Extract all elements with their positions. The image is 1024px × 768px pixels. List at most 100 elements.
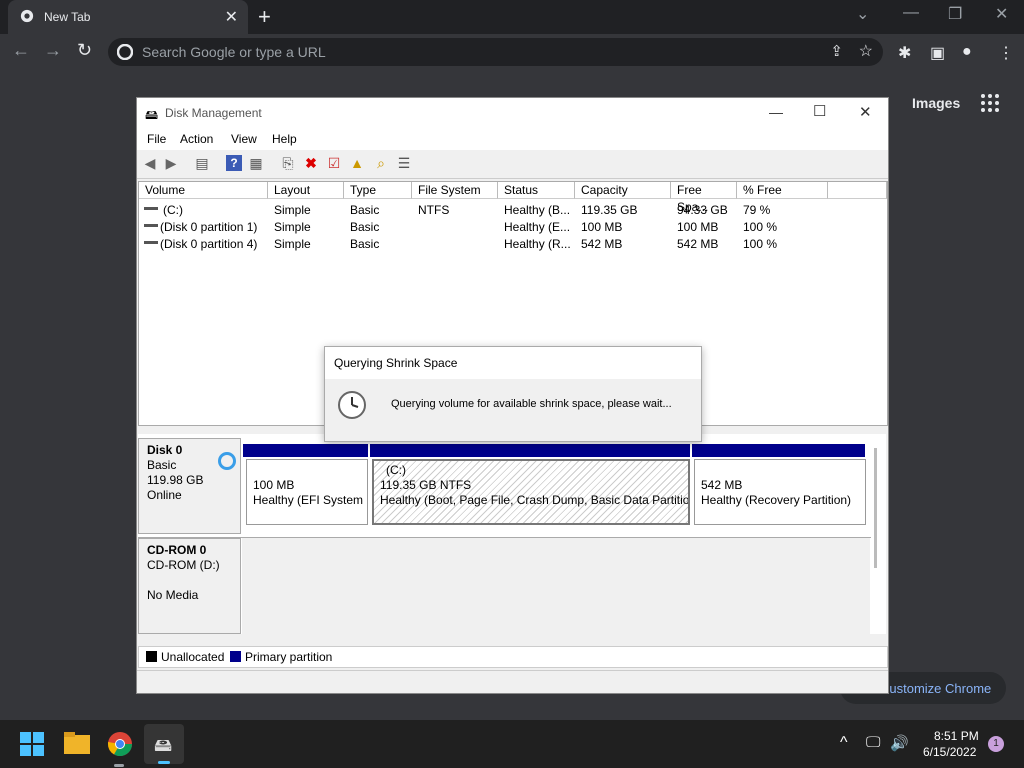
toolbar: ◀ ▶ ▤ ? ▦ ⎘ ✖ ☑ ▲ ⌕ ☰: [137, 151, 888, 179]
partition-size: 542 MB: [701, 478, 743, 492]
close-tab-icon[interactable]: ✕: [225, 7, 238, 27]
disk0-size: 119.98 GB: [147, 473, 204, 487]
cell-pct: 100 %: [743, 220, 778, 234]
menu-bar: File Action View Help: [137, 128, 888, 150]
forward-icon[interactable]: ▶: [163, 155, 179, 171]
table-row[interactable]: (Disk 0 partition 4) Simple Basic Health…: [139, 235, 887, 252]
partition-efi[interactable]: 100 MB Healthy (EFI System P: [246, 459, 368, 525]
network-icon[interactable]: 🖵: [866, 734, 880, 751]
partition-size: 100 MB: [253, 478, 295, 492]
legend: Unallocated Primary partition: [138, 646, 888, 668]
cdrom0-name: CD-ROM 0: [147, 543, 207, 557]
volume-icon: [144, 220, 158, 227]
volume-icon[interactable]: 🔊: [890, 734, 909, 752]
reload-icon[interactable]: ↻: [77, 40, 92, 61]
tab-search-icon[interactable]: ⌄: [856, 4, 869, 24]
tab-new-tab[interactable]: New Tab ✕: [8, 0, 248, 34]
col-free-space[interactable]: Free Spa...: [671, 182, 737, 214]
cell-capacity: 119.35 GB: [581, 203, 638, 217]
clock-date[interactable]: 6/15/2022: [923, 745, 976, 759]
partition-recovery[interactable]: 542 MB Healthy (Recovery Partition): [694, 459, 866, 525]
partition-header: [370, 444, 690, 457]
cell-volume: (Disk 0 partition 1): [160, 220, 258, 234]
col-capacity[interactable]: Capacity: [575, 182, 671, 199]
minimize-icon[interactable]: —: [769, 104, 783, 120]
cell-layout: Simple: [274, 237, 311, 251]
help-icon[interactable]: ?: [226, 155, 242, 171]
col-empty: [828, 182, 887, 199]
menu-file[interactable]: File: [147, 132, 166, 146]
extensions-icon[interactable]: ✱: [898, 43, 911, 63]
google-g-icon: [117, 44, 133, 60]
search-icon[interactable]: ⌕: [373, 155, 389, 171]
cell-free: 94.33 GB: [677, 203, 728, 217]
forward-icon[interactable]: →: [44, 40, 62, 61]
close-window-icon[interactable]: ✕: [995, 4, 1008, 24]
images-link[interactable]: Images: [912, 95, 960, 111]
back-icon[interactable]: ◀: [142, 155, 158, 171]
properties-icon[interactable]: ▦: [248, 155, 264, 171]
partition-status: Healthy (Boot, Page File, Crash Dump, Ba…: [380, 493, 690, 507]
menu-help[interactable]: Help: [272, 132, 297, 146]
minimize-icon[interactable]: —: [903, 4, 919, 22]
dialog-message: Querying volume for available shrink spa…: [391, 398, 672, 410]
cell-capacity: 100 MB: [581, 220, 623, 234]
cell-fs: NTFS: [418, 203, 450, 217]
windows-start-icon[interactable]: [20, 732, 44, 756]
cell-type: Basic: [350, 203, 380, 217]
disk-management-taskbar-button[interactable]: 🖴: [144, 724, 184, 764]
busy-spinner-icon: [218, 452, 236, 470]
check-icon[interactable]: ☑: [326, 155, 342, 171]
close-icon[interactable]: ✕: [859, 103, 872, 121]
back-icon[interactable]: ←: [12, 40, 30, 61]
chevron-up-icon[interactable]: ^: [840, 734, 848, 752]
partition-header: [243, 444, 368, 457]
settings-icon[interactable]: ☰: [396, 155, 412, 171]
col-percent-free[interactable]: % Free: [737, 182, 828, 199]
apps-grid-icon[interactable]: [980, 93, 1000, 113]
notification-badge[interactable]: 1: [988, 736, 1004, 752]
profile-icon[interactable]: ●: [962, 43, 972, 61]
bookmark-star-icon[interactable]: ☆: [859, 41, 873, 61]
folder-up-icon[interactable]: ▲: [349, 155, 365, 171]
view-icon[interactable]: ▤: [194, 155, 210, 171]
disk-management-app-icon: 🖴: [145, 107, 159, 122]
omnibox[interactable]: Search Google or type a URL ⇪ ☆: [108, 38, 883, 66]
running-indicator: [114, 764, 124, 767]
menu-kebab-icon[interactable]: ⋮: [998, 43, 1014, 63]
col-type[interactable]: Type: [344, 182, 412, 199]
volume-icon: [144, 237, 158, 244]
file-explorer-icon[interactable]: [64, 732, 90, 754]
partition-status: Healthy (Recovery Partition): [701, 493, 852, 507]
cdrom0-label[interactable]: CD-ROM 0 CD-ROM (D:) No Media: [138, 538, 241, 634]
new-tab-button[interactable]: +: [258, 4, 271, 30]
share-icon[interactable]: ⇪: [830, 42, 843, 60]
col-layout[interactable]: Layout: [268, 182, 344, 199]
side-panel-icon[interactable]: ▣: [930, 43, 945, 63]
connect-icon[interactable]: ⎘: [280, 155, 296, 171]
partition-header: [692, 444, 865, 457]
col-volume[interactable]: Volume: [139, 182, 268, 199]
taskbar: 🖴 ^ 🖵 🔊 8:51 PM 6/15/2022 1: [0, 720, 1024, 768]
omnibox-placeholder: Search Google or type a URL: [142, 44, 326, 60]
chrome-icon[interactable]: [108, 732, 132, 756]
cell-type: Basic: [350, 220, 380, 234]
cell-layout: Simple: [274, 220, 311, 234]
primary-partition-label: Primary partition: [245, 650, 333, 664]
querying-shrink-dialog: Querying Shrink Space Querying volume fo…: [324, 346, 702, 442]
restore-icon[interactable]: ❐: [948, 4, 962, 24]
delete-icon[interactable]: ✖: [303, 155, 319, 171]
scrollbar[interactable]: [874, 448, 877, 568]
menu-action[interactable]: Action: [180, 132, 213, 146]
clock-time[interactable]: 8:51 PM: [934, 729, 979, 743]
dialog-title: Querying Shrink Space: [334, 356, 458, 370]
col-file-system[interactable]: File System: [412, 182, 498, 199]
col-status[interactable]: Status: [498, 182, 575, 199]
partition-c[interactable]: (C:) 119.35 GB NTFS Healthy (Boot, Page …: [372, 459, 690, 525]
table-row[interactable]: (C:) Simple Basic NTFS Healthy (B... 119…: [139, 201, 887, 218]
table-row[interactable]: (Disk 0 partition 1) Simple Basic Health…: [139, 218, 887, 235]
maximize-icon[interactable]: ☐: [813, 102, 826, 120]
cell-status: Healthy (B...: [504, 203, 571, 217]
unallocated-label: Unallocated: [161, 650, 225, 664]
menu-view[interactable]: View: [231, 132, 257, 146]
